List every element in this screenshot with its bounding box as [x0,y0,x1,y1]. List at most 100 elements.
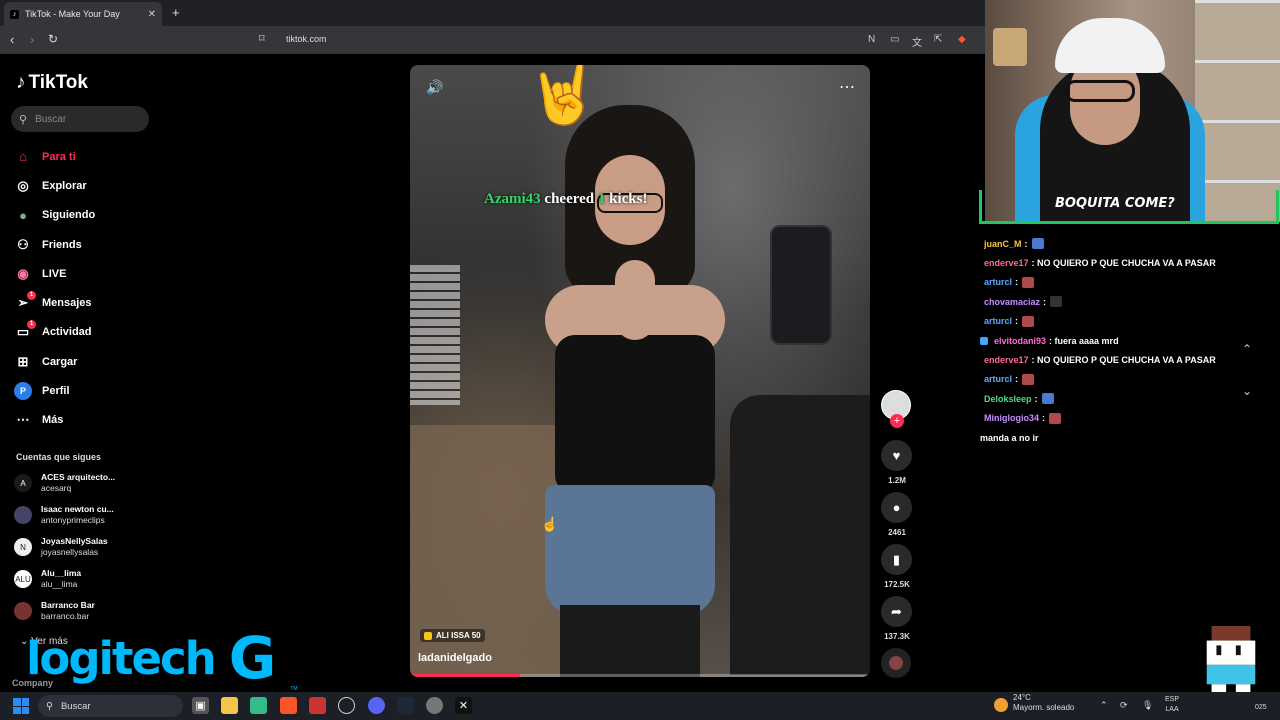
forward-icon[interactable]: › [30,32,34,47]
sidebar-item-cargar[interactable]: ⊞ Cargar [14,347,95,376]
video-player[interactable]: 🔊 ⋯ 🤘 Azami43 cheered 1 kicks! ALI ISSA … [410,65,870,677]
screen-icon[interactable]: ▭ [890,34,899,45]
chat-text: : [1015,277,1019,288]
chevron-up-icon[interactable]: ⌃ [1242,342,1252,356]
back-icon[interactable]: ‹ [10,32,14,47]
network-icon[interactable]: ⟳ [1120,700,1128,711]
avatar: N [14,538,32,556]
tab-close-icon[interactable]: ✕ [148,9,156,20]
translate-icon[interactable]: 文 [912,34,922,49]
lang-primary: ESP [1165,696,1180,703]
steam-icon[interactable] [397,697,414,714]
brave-browser-icon[interactable] [280,697,297,714]
chat-username[interactable]: enderve17 [984,258,1029,268]
share-count: 137.3K [884,632,910,641]
new-tab-button[interactable]: + [172,5,180,20]
video-progress-bar[interactable] [410,674,870,677]
subject-skirt [545,485,715,615]
like-count: 1.2M [888,476,906,485]
chat-username[interactable]: chovamaciaz [984,297,1040,307]
effect-tag[interactable]: ALI ISSA 50 [420,629,485,642]
effect-label: ALI ISSA 50 [436,631,481,640]
following-account[interactable]: N JoyasNellySalas joyasnellysalas [14,536,108,558]
chat-username[interactable]: juanC_M [984,239,1022,249]
microphone-icon[interactable]: 🎙 [1142,700,1153,711]
following-account[interactable]: A ACES arquitecto... acesarq [14,472,115,494]
following-account[interactable]: Isaac newton cu... antonyprimeclips [14,504,114,526]
webcam-feed: BOQUITA COME? [979,0,1280,224]
tiktok-logo[interactable]: ♪ TikTok [16,72,88,94]
comment-button[interactable]: ● [881,492,912,523]
bookmark-icon[interactable]: ⌑ [259,32,265,45]
chat-username[interactable]: arturcl [984,374,1012,384]
live-icon: ◉ [17,265,29,281]
discord-icon[interactable] [368,697,385,714]
streaming-app-icon[interactable] [309,697,326,714]
settings-gear-icon[interactable] [426,697,443,714]
account-text: ACES arquitecto... acesarq [41,472,115,494]
sidebar-item-para-ti[interactable]: ⌂ Para ti [14,142,95,171]
capcut-icon[interactable]: ✕ [455,697,472,714]
share-icon[interactable]: ⇱ [934,34,942,45]
chat-username[interactable]: Deloksleep [984,394,1032,404]
sidebar-item-más[interactable]: ⋯ Más [14,406,95,435]
save-button[interactable]: ▮ [881,544,912,575]
chat-text: : [1034,393,1038,404]
brave-shield-icon[interactable]: ◆ [958,34,966,45]
sidebar-item-siguiendo[interactable]: ● Siguiendo [14,201,95,230]
chat-message: juanC_M: [980,234,1280,253]
chat-emote-icon [1022,315,1035,327]
friends-icon: ⚇ [17,236,29,252]
task-view-icon[interactable]: ▣ [192,697,209,714]
save-count: 172.5K [884,580,910,589]
account-handle: acesarq [41,483,72,493]
music-disc-icon[interactable] [881,648,911,678]
sidebar-menu: ⌂ Para ti ◎ Explorar ● Siguiendo ⚇ Friends ◉ LIVE… [14,142,95,435]
sidebar-item-friends[interactable]: ⚇ Friends [14,230,95,259]
account-name: ACES arquitecto... [41,472,116,482]
store-icon[interactable] [250,697,267,714]
more-options-icon[interactable]: ⋯ [839,77,856,97]
subject-top [555,335,715,495]
share-button[interactable]: ➦ [881,596,912,627]
video-author[interactable]: ladanidelgado [418,652,492,664]
sidebar-item-label: Explorar [42,179,87,192]
like-button[interactable]: ♥ [881,440,912,471]
reload-icon[interactable]: ↻ [48,32,58,46]
logitech-overlay-logo: logitech G TM [26,624,298,692]
video-jacket [730,395,870,675]
sidebar-item-perfil[interactable]: P Perfil [14,376,95,405]
obs-icon[interactable] [338,697,355,714]
sidebar-item-live[interactable]: ◉ LIVE [14,259,95,288]
file-explorer-icon[interactable] [221,697,238,714]
browser-tab[interactable]: ♪ TikTok - Make Your Day ✕ [4,2,162,26]
chevron-down-icon[interactable]: ⌄ [1242,384,1252,398]
chat-username[interactable]: Miniglogio34 [984,413,1039,423]
url-field[interactable]: tiktok.com [286,34,327,44]
following-account[interactable]: ALU Alu__lima alu__lima [14,568,81,590]
sidebar-item-actividad[interactable]: ▭ 1 Actividad [14,318,95,347]
avatar [14,506,32,524]
chat-username[interactable]: enderve17 [984,355,1029,365]
video-progress-fill [410,674,521,677]
chat-username[interactable]: arturcl [984,277,1012,287]
sidebar-item-label: Más [42,414,64,427]
sidebar-item-explorar[interactable]: ◎ Explorar [14,171,95,200]
pixel-character-overlay [1206,626,1256,694]
language-indicator[interactable]: ESP LAA [1165,695,1179,715]
webcam-frame [979,190,1279,224]
weather-widget[interactable]: 24°C Mayorm. soleado [1013,693,1074,713]
taskbar-search[interactable]: ⚲ Buscar [38,695,183,717]
chat-username[interactable]: arturcl [984,316,1012,326]
sidebar-item-label: Cargar [42,355,78,368]
chat-username[interactable]: elvitodani93 [994,336,1046,346]
following-account[interactable]: Barranco Bar barranco.bar [14,600,95,622]
follow-button[interactable]: + [890,414,904,428]
account-text: JoyasNellySalas joyasnellysalas [41,536,108,558]
sidebar-item-mensajes[interactable]: ➢ 1 Mensajes [14,288,95,317]
volume-icon[interactable]: 🔊 [426,79,443,96]
windows-start-icon[interactable] [13,698,29,714]
search-input[interactable]: ⚲ Buscar [11,106,149,132]
tray-chevron-icon[interactable]: ⌃ [1100,700,1108,711]
extension-icon[interactable]: N [868,34,875,45]
